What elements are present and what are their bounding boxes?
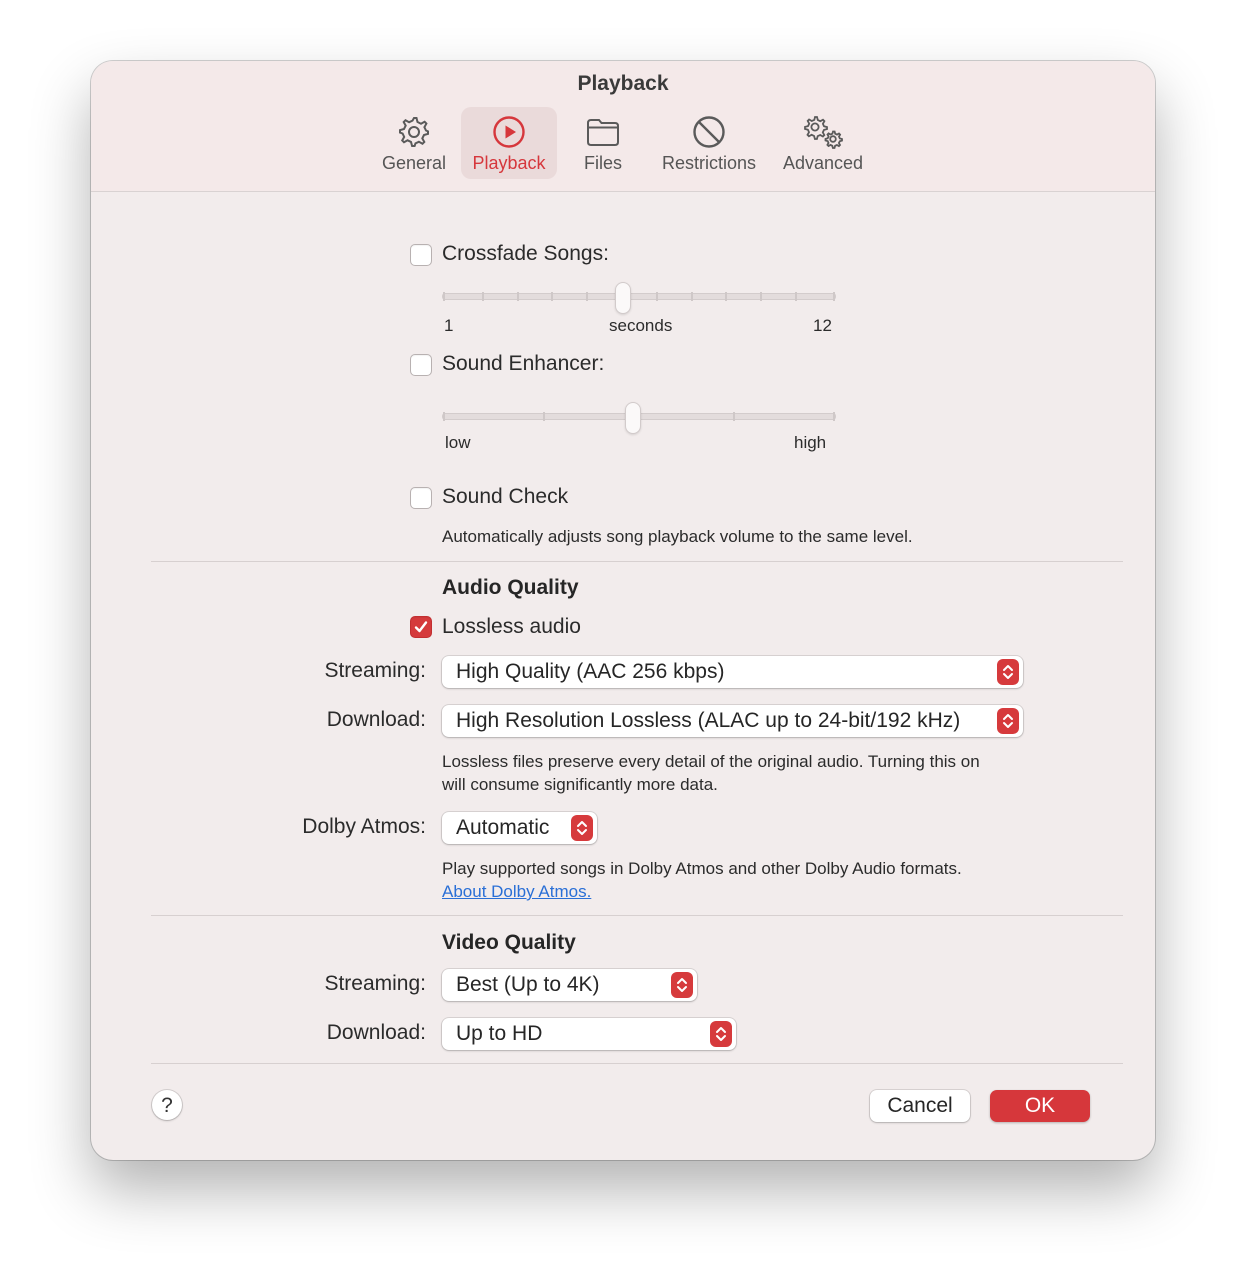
tab-playback[interactable]: Playback (461, 107, 557, 179)
chevron-up-down-icon (997, 659, 1019, 685)
divider (151, 1063, 1123, 1064)
prohibited-icon (693, 116, 725, 148)
crossfade-slider-knob[interactable] (615, 282, 631, 314)
video-download-popup[interactable]: Up to HD (442, 1018, 736, 1050)
tab-restrictions[interactable]: Restrictions (654, 107, 764, 179)
tab-files[interactable]: Files (567, 107, 639, 179)
sound-enhancer-low-label: low (445, 433, 471, 452)
video-streaming-label: Streaming: (324, 972, 426, 995)
dolby-atmos-note: Play supported songs in Dolby Atmos and … (442, 859, 962, 878)
audio-streaming-label: Streaming: (324, 659, 426, 682)
toolbar: Playback General Playback Files Restrict… (91, 61, 1155, 192)
tab-general[interactable]: General (374, 107, 454, 179)
lossless-note-line1: Lossless files preserve every detail of … (442, 752, 980, 771)
sound-check-label: Sound Check (442, 485, 569, 508)
crossfade-label: Crossfade Songs: (442, 242, 609, 265)
chevron-up-down-icon (997, 708, 1019, 734)
window-title: Playback (577, 72, 669, 95)
divider (151, 915, 1123, 916)
dolby-atmos-popup[interactable]: Automatic (442, 812, 597, 844)
crossfade-checkbox[interactable] (410, 244, 432, 266)
tab-playback-label: Playback (472, 153, 546, 173)
lossless-audio-label: Lossless audio (442, 615, 581, 638)
video-quality-heading: Video Quality (442, 931, 576, 954)
help-button[interactable]: ? (152, 1090, 182, 1120)
dolby-atmos-value: Automatic (456, 816, 550, 839)
video-streaming-value: Best (Up to 4K) (456, 973, 600, 996)
play-circle-icon (493, 116, 525, 148)
lossless-note-line2: will consume significantly more data. (442, 775, 718, 794)
crossfade-slider-track[interactable] (442, 293, 836, 300)
gear-icon (399, 117, 429, 147)
sound-enhancer-label: Sound Enhancer: (442, 352, 605, 375)
cancel-button[interactable]: Cancel (870, 1090, 970, 1122)
sound-check-description: Automatically adjusts song playback volu… (442, 527, 913, 546)
video-download-label: Download: (326, 1021, 426, 1044)
playback-settings-window: Playback General Playback Files Restrict… (91, 61, 1155, 1160)
crossfade-unit-label: seconds (609, 316, 673, 335)
lossless-audio-checkbox[interactable] (410, 616, 432, 638)
ok-button[interactable]: OK (990, 1090, 1090, 1122)
audio-streaming-popup[interactable]: High Quality (AAC 256 kbps) (442, 656, 1023, 688)
audio-download-popup[interactable]: High Resolution Lossless (ALAC up to 24-… (442, 705, 1023, 737)
tab-restrictions-label: Restrictions (661, 153, 757, 173)
chevron-up-down-icon (571, 815, 593, 841)
sound-check-checkbox[interactable] (410, 487, 432, 509)
tab-advanced[interactable]: Advanced (773, 107, 873, 179)
checkmark-icon (414, 621, 428, 633)
tab-advanced-label: Advanced (782, 153, 864, 173)
crossfade-max-label: 12 (813, 316, 832, 335)
crossfade-min-label: 1 (444, 316, 454, 335)
dolby-atmos-label: Dolby Atmos: (302, 815, 426, 838)
gears-icon (804, 116, 843, 149)
folder-icon (587, 119, 619, 146)
sound-enhancer-slider-knob[interactable] (625, 402, 641, 434)
tab-general-label: General (381, 153, 447, 173)
tab-files-label: Files (583, 153, 622, 173)
chevron-up-down-icon (710, 1021, 732, 1047)
audio-download-label: Download: (326, 708, 426, 731)
audio-download-value: High Resolution Lossless (ALAC up to 24-… (456, 709, 961, 732)
video-download-value: Up to HD (456, 1022, 543, 1045)
about-dolby-atmos-link[interactable]: About Dolby Atmos. (442, 882, 591, 902)
divider (151, 561, 1123, 562)
sound-enhancer-checkbox[interactable] (410, 354, 432, 376)
audio-streaming-value: High Quality (AAC 256 kbps) (456, 660, 725, 683)
sound-enhancer-high-label: high (794, 433, 827, 452)
video-streaming-popup[interactable]: Best (Up to 4K) (442, 969, 697, 1001)
audio-quality-heading: Audio Quality (442, 576, 579, 599)
chevron-up-down-icon (671, 972, 693, 998)
